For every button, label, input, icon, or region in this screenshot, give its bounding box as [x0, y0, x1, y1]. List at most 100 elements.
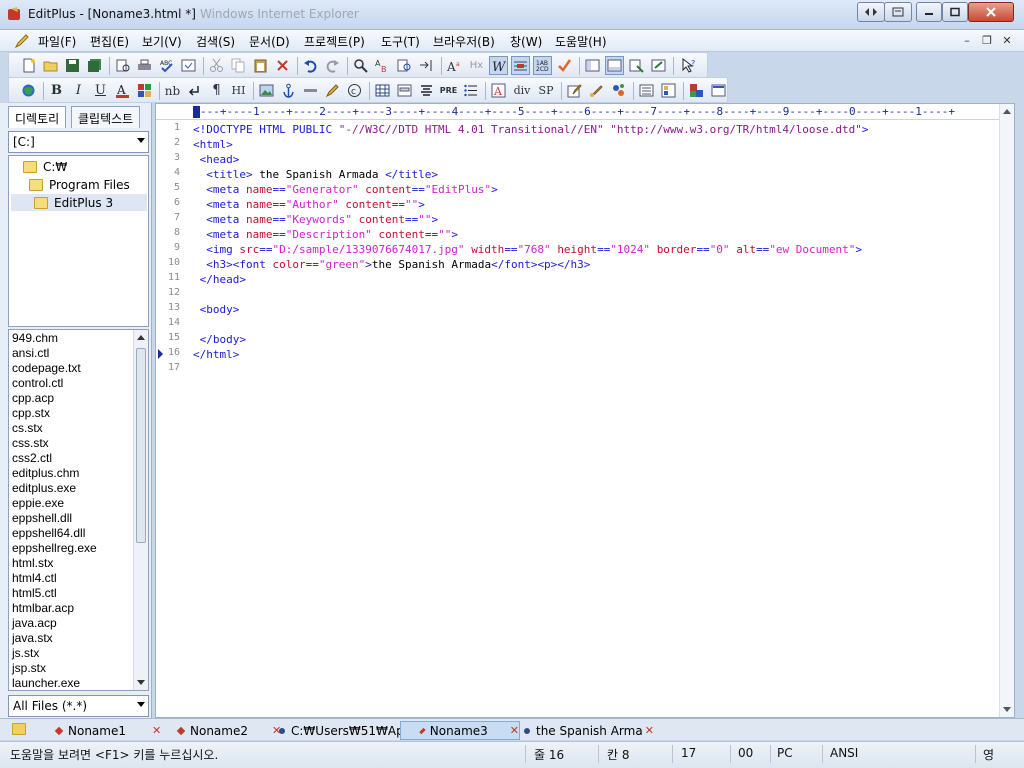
list-item[interactable]: control.ctl: [12, 376, 63, 391]
file-list-scrollbar[interactable]: [133, 330, 148, 690]
scroll-up-icon[interactable]: [1003, 109, 1011, 114]
list-item[interactable]: editplus.chm: [12, 466, 79, 481]
list-item[interactable]: eppshell.dll: [12, 511, 72, 526]
table-button[interactable]: [373, 81, 392, 100]
color-palette-button[interactable]: [135, 81, 154, 100]
div-button[interactable]: div: [511, 81, 533, 100]
drive-select[interactable]: [C:]: [8, 131, 149, 153]
list-item[interactable]: java.stx: [12, 631, 53, 646]
image-button[interactable]: [257, 81, 276, 100]
list-item[interactable]: eppshell64.dll: [12, 526, 85, 541]
menu-search[interactable]: 검색(S): [196, 33, 235, 50]
code-line[interactable]: <!DOCTYPE HTML PUBLIC "-//W3C//DTD HTML …: [193, 122, 869, 137]
menu-file[interactable]: 파일(F): [38, 33, 76, 50]
line-break-button[interactable]: [185, 81, 204, 100]
code-line[interactable]: <body>: [193, 302, 240, 317]
list-item[interactable]: eppie.exe: [12, 496, 64, 511]
tab-noname1[interactable]: Noname1 ✕: [54, 721, 161, 740]
code-line[interactable]: <title> the Spanish Armada </title>: [193, 167, 438, 182]
tab-spanish-armada[interactable]: the Spanish Arma ✕: [524, 721, 654, 740]
status-file-format[interactable]: PC: [777, 746, 793, 760]
code-line[interactable]: </head>: [193, 272, 246, 287]
html-toolbar-button[interactable]: [637, 81, 656, 100]
replace-button[interactable]: AB: [373, 56, 392, 75]
editor-scrollbar[interactable]: [999, 104, 1014, 717]
delete-button[interactable]: [273, 56, 292, 75]
browser-preview-button[interactable]: [709, 81, 728, 100]
span-button[interactable]: SP: [535, 81, 557, 100]
underline-button[interactable]: U: [91, 81, 110, 100]
tree-item-c-drive[interactable]: C:₩: [23, 158, 67, 175]
code-line[interactable]: </body>: [193, 332, 246, 347]
code-line[interactable]: <head>: [193, 152, 240, 167]
paste-button[interactable]: [251, 56, 270, 75]
list-item[interactable]: css2.ctl: [12, 451, 52, 466]
list-item[interactable]: codepage.txt: [12, 361, 81, 376]
list-item[interactable]: html.stx: [12, 556, 53, 571]
open-file-button[interactable]: [41, 56, 60, 75]
context-help-button[interactable]: ?: [679, 56, 698, 75]
list-item[interactable]: js.stx: [12, 646, 39, 661]
tree-item-editplus3[interactable]: EditPlus 3: [11, 194, 147, 211]
menu-window[interactable]: 창(W): [510, 33, 542, 50]
dir-window-button[interactable]: [583, 56, 602, 75]
code-line[interactable]: <meta name=="Keywords" content=="">: [193, 212, 438, 227]
ruler-button[interactable]: [511, 56, 530, 75]
editor-pane[interactable]: ---+----1----+----2----+----3----+----4-…: [155, 103, 1015, 718]
cliptext-library-button[interactable]: [659, 81, 678, 100]
find-in-files-button[interactable]: [395, 56, 414, 75]
cut-button[interactable]: [207, 56, 226, 75]
minimize-button[interactable]: [916, 2, 942, 22]
menu-browser[interactable]: 브라우저(B): [433, 33, 495, 50]
style-button[interactable]: [587, 81, 606, 100]
preformatted-button[interactable]: PRE: [439, 81, 458, 100]
font-size-button[interactable]: Aa: [445, 56, 464, 75]
hex-viewer-button[interactable]: Hx: [467, 56, 486, 75]
browser-button[interactable]: [19, 81, 38, 100]
close-tab-icon[interactable]: ✕: [645, 724, 654, 737]
print-preview-button[interactable]: [113, 56, 132, 75]
list-item[interactable]: editplus.exe: [12, 481, 76, 496]
menu-tools[interactable]: 도구(T): [381, 33, 420, 50]
scroll-down-icon[interactable]: [1003, 707, 1011, 712]
horizontal-rule-button[interactable]: [301, 81, 320, 100]
menu-edit[interactable]: 편집(E): [90, 33, 129, 50]
save-button[interactable]: [63, 56, 82, 75]
code-line[interactable]: <img src=="D:/sample/1339076674017.jpg" …: [193, 242, 862, 257]
script-button[interactable]: [609, 81, 628, 100]
paragraph-button[interactable]: ¶: [207, 81, 226, 100]
scroll-down-icon[interactable]: [137, 680, 145, 685]
undo-button[interactable]: [301, 56, 320, 75]
code-line[interactable]: <html>: [193, 137, 233, 152]
menu-help[interactable]: 도움말(H): [555, 33, 607, 50]
nbsp-button[interactable]: nb: [163, 81, 182, 100]
status-encoding[interactable]: ANSI: [830, 746, 858, 760]
doc-minimize-button[interactable]: –: [958, 33, 976, 49]
special-char-button[interactable]: c: [345, 81, 364, 100]
maximize-button[interactable]: [942, 2, 968, 22]
list-item[interactable]: 949.chm: [12, 331, 58, 346]
menu-view[interactable]: 보기(V): [142, 33, 182, 50]
line-number-button[interactable]: 1AB 2CD: [533, 56, 552, 75]
list-item[interactable]: html5.ctl: [12, 586, 57, 601]
code-line[interactable]: <h3><font color=="green">the Spanish Arm…: [193, 257, 590, 272]
css-editor-button[interactable]: [565, 81, 584, 100]
switch-button[interactable]: [857, 2, 885, 22]
list-item[interactable]: html4.ctl: [12, 571, 57, 586]
scroll-up-icon[interactable]: [137, 335, 145, 340]
font-color-button[interactable]: A: [113, 81, 132, 100]
list-item[interactable]: cs.stx: [12, 421, 43, 436]
window-list-button[interactable]: [884, 2, 912, 22]
close-tab-icon[interactable]: ✕: [510, 724, 519, 737]
browser-view-button[interactable]: [179, 56, 198, 75]
anchor-button[interactable]: [279, 81, 298, 100]
menu-document[interactable]: 문서(D): [249, 33, 290, 50]
list-item[interactable]: ansi.ctl: [12, 346, 49, 361]
tab-noname2[interactable]: Noname2 ✕: [176, 721, 281, 740]
tab-users-path[interactable]: C:₩Users₩51₩Ap ✕: [279, 721, 413, 740]
cliptext-button[interactable]: [627, 56, 646, 75]
tab-noname3[interactable]: Noname3 ✕: [400, 721, 520, 740]
tab-cliptext[interactable]: 클립텍스트: [71, 106, 141, 128]
list-item[interactable]: jsp.stx: [12, 661, 46, 676]
font-tag-button[interactable]: A: [489, 81, 508, 100]
